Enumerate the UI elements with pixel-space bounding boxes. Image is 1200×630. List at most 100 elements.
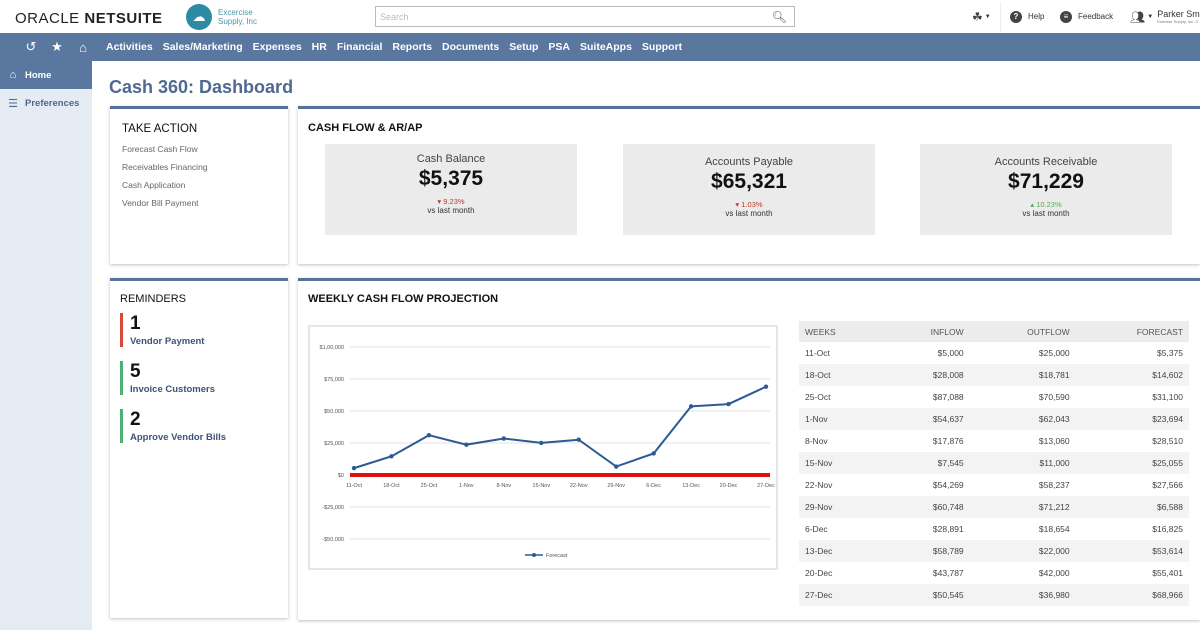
y-tick-label: $25,000 <box>324 441 344 447</box>
kpi-change-value: 9.23% <box>443 197 465 206</box>
table-row: 1-Nov $54,637 $62,043 $23,694 <box>799 408 1189 430</box>
forecast-cash-flow-link[interactable]: Forecast Cash Flow <box>122 144 276 154</box>
reminder-label[interactable]: Vendor Payment <box>130 336 278 347</box>
cell-week: 20-Dec <box>805 568 833 578</box>
cell-forecast: $55,401 <box>1152 568 1183 578</box>
nav-financial[interactable]: Financial <box>337 41 383 53</box>
nav-documents[interactable]: Documents <box>442 41 499 53</box>
feedback-button[interactable]: ≡ Feedback <box>1060 0 1113 33</box>
help-label: Help <box>1028 12 1045 21</box>
cell-outflow: $70,590 <box>1038 392 1070 402</box>
receivables-financing-link[interactable]: Receivables Financing <box>122 162 276 172</box>
x-tick-label: 1-Nov <box>459 483 474 489</box>
kpi-cash-balance[interactable]: Cash Balance $5,375 ▾ 9.23% vs last mont… <box>325 144 577 235</box>
brand-prefix: ORACLE <box>15 10 80 27</box>
cell-week: 15-Nov <box>799 452 883 474</box>
x-tick-label: 27-Dec <box>757 483 775 489</box>
nav-reports[interactable]: Reports <box>392 41 432 53</box>
cell-forecast: $6,588 <box>1075 496 1189 518</box>
user-name: Parker Sm <box>1157 9 1200 19</box>
cell-week: 8-Nov <box>805 436 828 446</box>
recent-records-icon[interactable]: ↺ <box>18 39 44 55</box>
reminder-label[interactable]: Approve Vendor Bills <box>130 432 278 443</box>
cell-forecast: $68,966 <box>1075 584 1189 606</box>
reminder-count: 1 <box>130 313 141 334</box>
cell-week: 29-Nov <box>799 496 883 518</box>
company-logo[interactable]: ☁ Excercise Supply, Inc <box>186 4 278 30</box>
cell-forecast: $16,825 <box>1152 524 1183 534</box>
main-nav: ↺ ★ ⌂ Activities Sales/Marketing Expense… <box>0 33 1200 61</box>
reminder-approve-vendor-bills[interactable]: 2 Approve Vendor Bills <box>120 409 278 443</box>
kpi-label: Accounts Receivable <box>994 156 1098 168</box>
cell-inflow: $54,269 <box>932 480 964 490</box>
kpi-change: ▾ 9.23% <box>325 197 577 206</box>
cell-inflow: $54,637 <box>882 408 970 430</box>
sidebar-item-preferences[interactable]: ☰ Preferences <box>0 89 92 117</box>
cell-outflow: $18,781 <box>969 364 1076 386</box>
reminder-label[interactable]: Invoice Customers <box>130 384 278 395</box>
table-row: 20-Dec $43,787 $42,000 $55,401 <box>799 562 1189 584</box>
reminder-invoice-customers[interactable]: 5 Invoice Customers <box>120 361 278 395</box>
role-switch-button[interactable]: ☘ ▼ <box>972 0 991 33</box>
nav-sales-marketing[interactable]: Sales/Marketing <box>163 41 243 53</box>
nav-activities[interactable]: Activities <box>106 41 153 53</box>
help-button[interactable]: ? Help <box>1010 0 1044 33</box>
column-header-outflow[interactable]: OUTFLOW <box>969 321 1076 342</box>
arrow-down-icon: ▾ <box>437 197 442 206</box>
cell-outflow: $62,043 <box>969 408 1076 430</box>
kpi-sub: vs last month <box>1022 209 1070 218</box>
projection-table: WEEKS INFLOW OUTFLOW FORECAST 11-Oct $5,0… <box>799 321 1189 606</box>
y-tick-label: $1,00,000 <box>320 345 344 351</box>
table-row: 15-Nov $7,545 $11,000 $25,055 <box>799 452 1189 474</box>
cell-outflow: $13,060 <box>1038 436 1070 446</box>
top-header: ORACLE NETSUITE ☁ Excercise Supply, Inc … <box>0 0 1200 33</box>
data-point <box>539 440 544 446</box>
sidebar-item-home[interactable]: ⌂ Home <box>0 61 92 89</box>
data-point <box>651 451 656 456</box>
home-icon[interactable]: ⌂ <box>70 40 96 55</box>
nav-hr[interactable]: HR <box>312 41 327 53</box>
nav-setup[interactable]: Setup <box>509 41 538 53</box>
nav-expenses[interactable]: Expenses <box>253 41 302 53</box>
column-header-weeks[interactable]: WEEKS <box>799 321 883 342</box>
feedback-label: Feedback <box>1078 12 1114 21</box>
reminders-title: REMINDERS <box>120 293 187 305</box>
cell-week: 18-Oct <box>799 364 883 386</box>
nav-psa[interactable]: PSA <box>548 41 570 53</box>
vendor-bill-payment-link[interactable]: Vendor Bill Payment <box>122 198 276 208</box>
kpi-accounts-receivable[interactable]: Accounts Receivable $71,229 ▴ 10.23% vs … <box>920 144 1172 235</box>
kpi-change: ▾ 1.03% <box>623 200 875 209</box>
cell-week: 11-Oct <box>805 348 830 358</box>
sidebar-item-label: Home <box>25 69 52 81</box>
kpi-accounts-payable[interactable]: Accounts Payable $65,321 ▾ 1.03% vs last… <box>623 144 875 235</box>
cell-forecast: $53,614 <box>1075 540 1189 562</box>
cell-week: 13-Dec <box>799 540 883 562</box>
nav-suiteapps[interactable]: SuiteApps <box>580 41 632 53</box>
user-menu[interactable]: 👥︎ ▼ Parker Sm Exercise Supply, Inc. O <box>1130 0 1200 33</box>
cash-flow-card: CASH FLOW & AR/AP Cash Balance $5,375 ▾ … <box>298 106 1200 264</box>
kpi-sub: vs last month <box>725 209 773 218</box>
cash-application-link[interactable]: Cash Application <box>122 180 276 190</box>
search-icon[interactable]: 🔍︎ <box>772 10 787 24</box>
y-tick-label: $50,000 <box>324 409 344 415</box>
netsuite-logo[interactable]: ORACLE NETSUITE <box>15 10 163 27</box>
column-header-inflow[interactable]: INFLOW <box>882 321 970 342</box>
y-tick-label: -$25,000 <box>322 505 344 511</box>
reminders-card: REMINDERS 1 Vendor Payment 5 Invoice Cus… <box>110 278 288 618</box>
star-icon[interactable]: ★ <box>44 39 70 55</box>
kpi-label: Accounts Payable <box>704 156 794 168</box>
x-tick-label: 6-Dec <box>646 483 661 489</box>
nav-support[interactable]: Support <box>642 41 682 53</box>
cell-inflow: $50,545 <box>882 584 970 606</box>
cell-inflow: $28,008 <box>882 364 970 386</box>
data-point <box>426 432 432 438</box>
column-header-forecast[interactable]: FORECAST <box>1075 321 1189 342</box>
data-point <box>389 454 394 459</box>
sidebar: ⌂ Home ☰ Preferences <box>0 61 92 630</box>
search-input[interactable] <box>376 7 766 27</box>
data-point <box>763 384 769 389</box>
reminder-vendor-payment[interactable]: 1 Vendor Payment <box>120 313 278 347</box>
cell-inflow: $43,787 <box>932 568 964 578</box>
y-tick-label: -$50,000 <box>322 537 344 543</box>
header-divider <box>1000 2 1001 32</box>
